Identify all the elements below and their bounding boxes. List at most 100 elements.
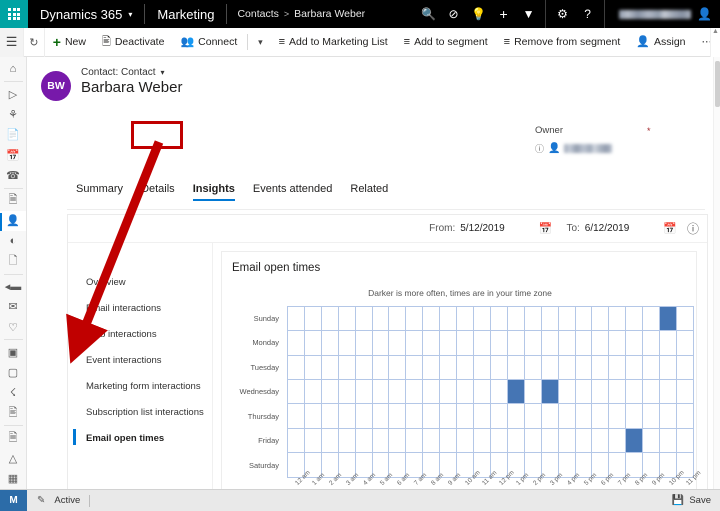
heatmap-cell[interactable] <box>575 404 593 429</box>
refresh-icon[interactable]: ↻ <box>23 27 45 57</box>
heatmap-cell[interactable] <box>338 404 356 429</box>
heatmap-cell[interactable] <box>643 380 661 405</box>
heatmap-cell[interactable] <box>626 404 644 429</box>
heatmap-cell[interactable] <box>524 428 542 454</box>
heatmap-cell[interactable] <box>609 331 627 356</box>
heatmap-cell[interactable] <box>490 355 508 381</box>
heatmap-cell[interactable] <box>575 380 593 405</box>
calendar-icon[interactable]: ▢ <box>0 362 26 382</box>
command-bar-scroll-up[interactable]: ▲ <box>710 28 720 57</box>
heatmap-cell[interactable] <box>677 404 694 429</box>
chevron-down-icon[interactable]: ▾ <box>128 10 132 19</box>
heatmap-cell[interactable] <box>592 404 610 429</box>
heatmap-cell[interactable] <box>440 355 458 381</box>
heatmap-cell[interactable] <box>288 380 305 405</box>
heatmap-cell[interactable] <box>643 331 661 356</box>
owner-value[interactable]: ⓘ 👤 <box>535 142 713 155</box>
heatmap-cell[interactable] <box>643 404 661 429</box>
from-date-field[interactable]: From: 5/12/2019 <box>429 223 505 234</box>
heatmap-cell[interactable] <box>304 307 322 332</box>
heatmap-cell[interactable] <box>626 380 644 405</box>
email-icon[interactable]: ✉ <box>0 297 26 317</box>
heatmap-cell[interactable] <box>609 380 627 405</box>
marketing-pages-icon[interactable]: 🖹 <box>0 403 26 423</box>
settings-gear-icon[interactable]: ⚙ <box>550 0 575 28</box>
heatmap-cell[interactable] <box>304 404 322 429</box>
heatmap-cell[interactable] <box>592 331 610 356</box>
heatmap-cell[interactable] <box>423 307 441 332</box>
heatmap-cell[interactable] <box>288 404 305 429</box>
heatmap-cell[interactable] <box>406 380 424 405</box>
heatmap-cell[interactable] <box>474 380 491 405</box>
heatmap-cell[interactable] <box>524 355 542 381</box>
heatmap-cell[interactable] <box>609 355 627 381</box>
heatmap-cell[interactable] <box>592 355 610 381</box>
heatmap-cell[interactable] <box>440 404 458 429</box>
heatmap-cell[interactable] <box>440 428 458 454</box>
heatmap-cell[interactable] <box>338 428 356 454</box>
heatmap-cell[interactable] <box>507 331 525 356</box>
search-icon[interactable]: 🔍 <box>416 0 441 28</box>
social-posts-icon[interactable]: ☇ <box>0 383 26 403</box>
heatmap-cell[interactable] <box>660 404 678 429</box>
heatmap-cell[interactable] <box>321 355 339 381</box>
lead-scoring-icon[interactable]: △ <box>0 448 26 468</box>
recent-icon[interactable]: ▷ <box>0 84 26 104</box>
heatmap-cell[interactable] <box>304 355 322 381</box>
sidebar-item-contacts[interactable]: 👤 <box>0 210 26 231</box>
form-scrollbar-thumb[interactable] <box>715 61 720 107</box>
home-icon[interactable]: ⌂ <box>0 59 26 79</box>
phone-calls-icon[interactable]: ☎ <box>0 165 26 185</box>
heatmap-cell[interactable] <box>423 380 441 405</box>
heatmap-cell[interactable] <box>609 404 627 429</box>
heatmap-cell[interactable] <box>575 355 593 381</box>
heatmap-cell[interactable] <box>474 331 491 356</box>
heatmap-cell[interactable] <box>406 428 424 454</box>
heatmap-cell[interactable] <box>423 428 441 454</box>
heatmap-cell[interactable] <box>440 307 458 332</box>
heatmap-cell[interactable] <box>524 331 542 356</box>
heatmap-cell[interactable] <box>389 331 407 356</box>
add-to-segment-button[interactable]: ≡ Add to segment <box>396 28 496 57</box>
heatmap-cell[interactable] <box>288 428 305 454</box>
heatmap-cell[interactable] <box>321 307 339 332</box>
to-calendar-icon[interactable]: 📅 <box>663 222 677 235</box>
heatmap-cell[interactable] <box>592 307 610 332</box>
heatmap-cell[interactable] <box>372 380 390 405</box>
heatmap-cell[interactable] <box>355 404 373 429</box>
heatmap-cell[interactable] <box>355 331 373 356</box>
heatmap-cell[interactable] <box>355 428 373 454</box>
heatmap-cell[interactable] <box>457 331 475 356</box>
heatmap-cell[interactable] <box>490 307 508 332</box>
heatmap-cell[interactable] <box>558 355 576 381</box>
heatmap-cell[interactable] <box>490 331 508 356</box>
heatmap-cell[interactable] <box>474 404 491 429</box>
user-account-chip[interactable]: 👤 <box>609 7 720 21</box>
heatmap-cell[interactable] <box>355 355 373 381</box>
heatmap-cell[interactable] <box>457 307 475 332</box>
heatmap-cell[interactable] <box>592 380 610 405</box>
heatmap-cell[interactable] <box>626 355 644 381</box>
heatmap-cell[interactable] <box>541 428 559 454</box>
add-to-marketing-list-button[interactable]: ≡ Add to Marketing List <box>271 28 396 57</box>
heatmap-cell[interactable] <box>321 404 339 429</box>
heatmap-cell[interactable] <box>660 331 678 356</box>
heatmap-cell[interactable] <box>372 355 390 381</box>
heatmap-cell[interactable] <box>558 404 576 429</box>
heatmap-cell[interactable] <box>406 404 424 429</box>
focus-assist-icon[interactable]: ⊘ <box>441 0 466 28</box>
heatmap-cell[interactable] <box>660 355 678 381</box>
heatmap-cell[interactable] <box>643 307 661 332</box>
customer-journeys-icon[interactable]: ♡ <box>0 317 26 337</box>
heatmap-cell[interactable] <box>507 355 525 381</box>
heatmap-cell[interactable] <box>338 331 356 356</box>
heatmap-cell[interactable] <box>423 355 441 381</box>
heatmap-cell[interactable] <box>406 307 424 332</box>
insights-nav-subscription-list-interactions[interactable]: Subscription list interactions <box>82 399 212 425</box>
heatmap-cell[interactable] <box>541 355 559 381</box>
from-calendar-icon[interactable]: 📅 <box>539 222 553 235</box>
heatmap-cell[interactable] <box>321 428 339 454</box>
tab-related[interactable]: Related <box>341 181 397 201</box>
heatmap-cell[interactable] <box>575 331 593 356</box>
heatmap-cell[interactable] <box>372 307 390 332</box>
